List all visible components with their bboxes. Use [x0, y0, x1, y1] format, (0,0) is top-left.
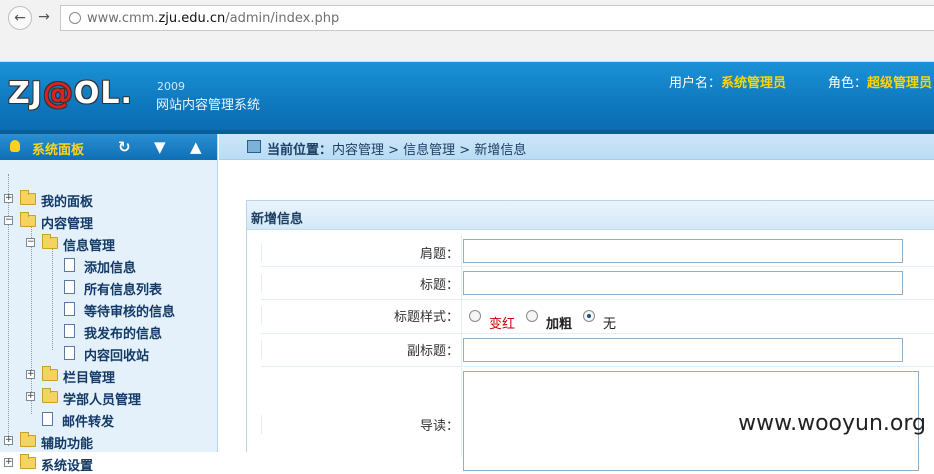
form-row-subtitle: 副标题： — [261, 334, 934, 367]
radio-bold[interactable] — [526, 310, 538, 322]
username-info: 用户名：系统管理员 — [669, 76, 787, 91]
collapse-down-icon[interactable]: ▼ — [154, 138, 166, 156]
form-row-shoulder: 肩题： — [261, 234, 934, 267]
expand-icon[interactable]: + — [26, 392, 35, 401]
page-icon — [64, 346, 75, 360]
url-text: www.cmm.zju.edu.cn/admin/index.php — [87, 11, 340, 26]
lightbulb-icon — [10, 140, 20, 152]
folder-icon — [20, 190, 36, 205]
breadcrumb-text: 当前位置：内容管理 > 信息管理 > 新增信息 — [267, 143, 527, 158]
title-input[interactable] — [463, 271, 903, 295]
lead-label: 导读： — [261, 415, 459, 434]
collapse-icon[interactable]: − — [26, 238, 35, 247]
folder-icon — [20, 432, 36, 447]
form-panel-header: 新增信息 — [247, 201, 934, 230]
forward-icon[interactable]: → — [34, 6, 54, 30]
radio-none[interactable] — [583, 310, 595, 322]
sidebar-title: 系统面板 — [32, 143, 85, 158]
subtitle-input[interactable] — [463, 338, 903, 362]
radio-red-label: 变红 — [489, 317, 516, 332]
radio-red[interactable] — [469, 310, 481, 322]
window-icon — [247, 140, 261, 153]
shoulder-label: 肩题： — [261, 243, 459, 262]
shoulder-input[interactable] — [463, 239, 903, 263]
page-icon — [64, 280, 75, 294]
page-info-icon[interactable] — [69, 12, 81, 24]
row-separator — [461, 300, 462, 333]
expand-icon[interactable]: + — [26, 370, 35, 379]
watermark: www.wooyun.org — [738, 411, 926, 436]
collapse-icon[interactable]: − — [4, 216, 13, 225]
expand-icon[interactable]: + — [4, 458, 13, 467]
page-icon — [64, 302, 75, 316]
page-icon — [64, 258, 75, 272]
logo: ZJ@OL. — [8, 76, 133, 111]
site-header: ZJ@OL. 2009 网站内容管理系统 用户名：系统管理员 角色：超级管理员 — [0, 62, 934, 134]
folder-open-icon — [42, 234, 58, 249]
row-separator — [461, 234, 462, 266]
tree-guide — [52, 240, 53, 350]
page-icon — [64, 324, 75, 338]
form-title: 新增信息 — [251, 212, 304, 227]
sidebar-header: 系统面板 ↻ ▼ ▲ — [0, 134, 217, 160]
role-info: 角色：超级管理员 — [828, 76, 933, 91]
radio-none-label: 无 — [603, 317, 617, 332]
folder-icon — [42, 366, 58, 381]
folder-icon — [42, 388, 58, 403]
sidebar: 系统面板 ↻ ▼ ▲ + 我的面板 − 内容管理 − 信息管理 添加信息 所有信… — [0, 134, 218, 474]
logo-year: 2009 — [157, 80, 185, 93]
refresh-icon[interactable]: ↻ — [118, 138, 131, 156]
tree-guide — [31, 218, 32, 414]
system-subtitle: 网站内容管理系统 — [156, 98, 261, 113]
folder-icon — [20, 454, 36, 469]
address-bar[interactable]: www.cmm.zju.edu.cn/admin/index.php — [60, 5, 934, 31]
row-separator — [461, 267, 462, 299]
row-separator — [461, 367, 462, 457]
page-icon — [42, 412, 53, 426]
expand-icon[interactable]: + — [4, 194, 13, 203]
expand-icon[interactable]: + — [4, 436, 13, 445]
browser-toolbar: ← → www.cmm.zju.edu.cn/admin/index.php — [0, 0, 934, 62]
form-row-title: 标题： — [261, 267, 934, 300]
subtitle-label: 副标题： — [261, 340, 459, 359]
collapse-up-icon[interactable]: ▲ — [190, 138, 202, 156]
row-separator — [461, 334, 462, 366]
breadcrumb: 当前位置：内容管理 > 信息管理 > 新增信息 — [219, 134, 934, 160]
title-label: 标题： — [261, 274, 459, 293]
form-row-style: 标题样式： 变红 加粗 无 — [261, 300, 934, 334]
style-label: 标题样式： — [261, 306, 459, 325]
folder-open-icon — [20, 212, 36, 227]
radio-bold-label: 加粗 — [546, 317, 573, 332]
back-icon[interactable]: ← — [8, 6, 32, 30]
